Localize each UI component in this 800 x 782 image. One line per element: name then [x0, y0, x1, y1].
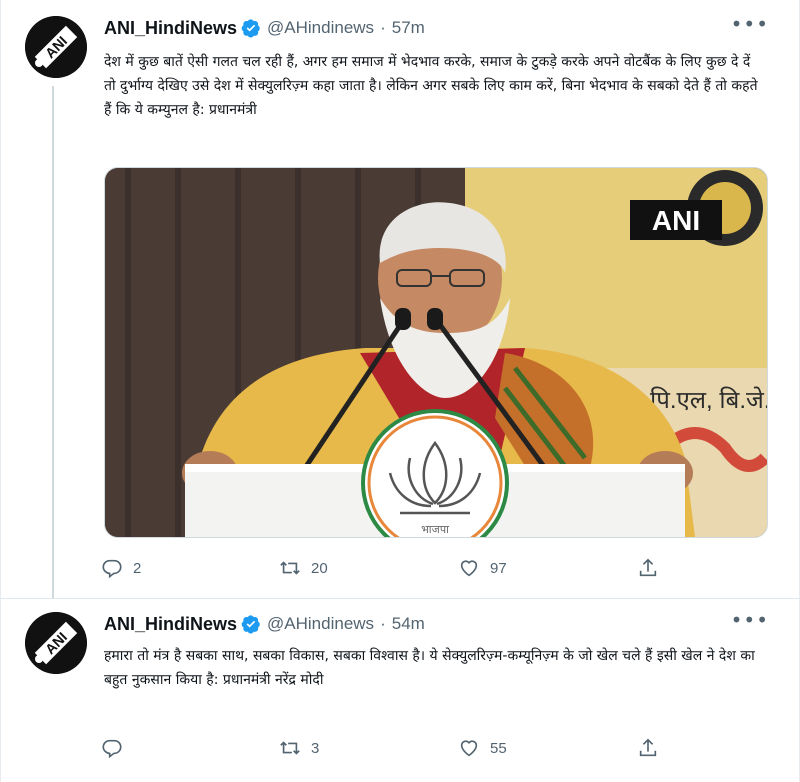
tweet-actions: 3 55	[101, 733, 661, 763]
reply-icon	[102, 559, 122, 579]
like-count: 97	[490, 559, 507, 577]
avatar[interactable]: ANI	[25, 16, 87, 78]
retweet-icon	[280, 561, 300, 575]
tweet[interactable]: ANI ANI_HindiNews @AHindinews · 57m ••• …	[1, 0, 799, 599]
like-button[interactable]: 55	[458, 733, 507, 763]
retweet-button[interactable]: 20	[279, 553, 328, 583]
author-handle[interactable]: @AHindinews	[267, 614, 374, 634]
thread-connector-line	[52, 86, 54, 598]
share-icon	[639, 558, 657, 577]
more-options-icon[interactable]: •••	[731, 12, 769, 36]
reply-button[interactable]	[101, 733, 133, 763]
podium-emblem-text: भाजपा	[421, 523, 449, 536]
speech-photo: पि.एल, बि.जे. ANI भाजपा	[105, 168, 767, 537]
tweet-timestamp[interactable]: 57m	[392, 18, 425, 38]
like-icon	[460, 740, 478, 757]
avatar[interactable]: ANI	[25, 612, 87, 674]
tweet[interactable]: ANI ANI_HindiNews @AHindinews · 54m ••• …	[1, 599, 799, 782]
reply-count: 2	[133, 559, 142, 577]
tweet-actions: 2 20 97	[101, 553, 661, 583]
like-count: 55	[490, 739, 507, 757]
share-icon	[639, 738, 657, 757]
like-button[interactable]: 97	[458, 553, 507, 583]
ani-logo-icon: ANI	[25, 16, 87, 78]
separator-dot: ·	[380, 18, 386, 37]
media-watermark: ANI	[652, 205, 700, 236]
reply-button[interactable]: 2	[101, 553, 141, 583]
author-handle[interactable]: @AHindinews	[267, 18, 374, 38]
share-button[interactable]	[637, 553, 659, 583]
like-icon	[460, 560, 478, 577]
retweet-button[interactable]: 3	[279, 733, 319, 763]
retweet-count: 3	[311, 739, 320, 757]
more-options-icon[interactable]: •••	[731, 608, 769, 632]
banner-text: पि.एल, बि.जे.	[650, 386, 767, 414]
author-name[interactable]: ANI_HindiNews	[104, 18, 237, 39]
tweet-media-image[interactable]: पि.एल, बि.जे. ANI भाजपा	[104, 167, 768, 538]
retweet-count: 20	[311, 559, 328, 577]
tweet-timestamp[interactable]: 54m	[392, 614, 425, 634]
timeline: ANI ANI_HindiNews @AHindinews · 57m ••• …	[0, 0, 800, 782]
separator-dot: ·	[380, 614, 386, 633]
tweet-text: हमारा तो मंत्र है सबका साथ, सबका विकास, …	[104, 648, 755, 688]
share-button[interactable]	[637, 733, 659, 763]
verified-badge-icon	[241, 615, 260, 634]
author-name[interactable]: ANI_HindiNews	[104, 614, 237, 635]
tweet-text: देश में कुछ बातें ऐसी गलत चल रही हैं, अग…	[104, 54, 758, 118]
verified-badge-icon	[241, 19, 260, 38]
tweet-header: ANI_HindiNews @AHindinews · 57m	[104, 15, 425, 41]
tweet-header: ANI_HindiNews @AHindinews · 54m	[104, 611, 425, 637]
reply-icon	[102, 739, 122, 759]
retweet-icon	[280, 741, 300, 755]
ani-logo-icon: ANI	[25, 612, 87, 674]
